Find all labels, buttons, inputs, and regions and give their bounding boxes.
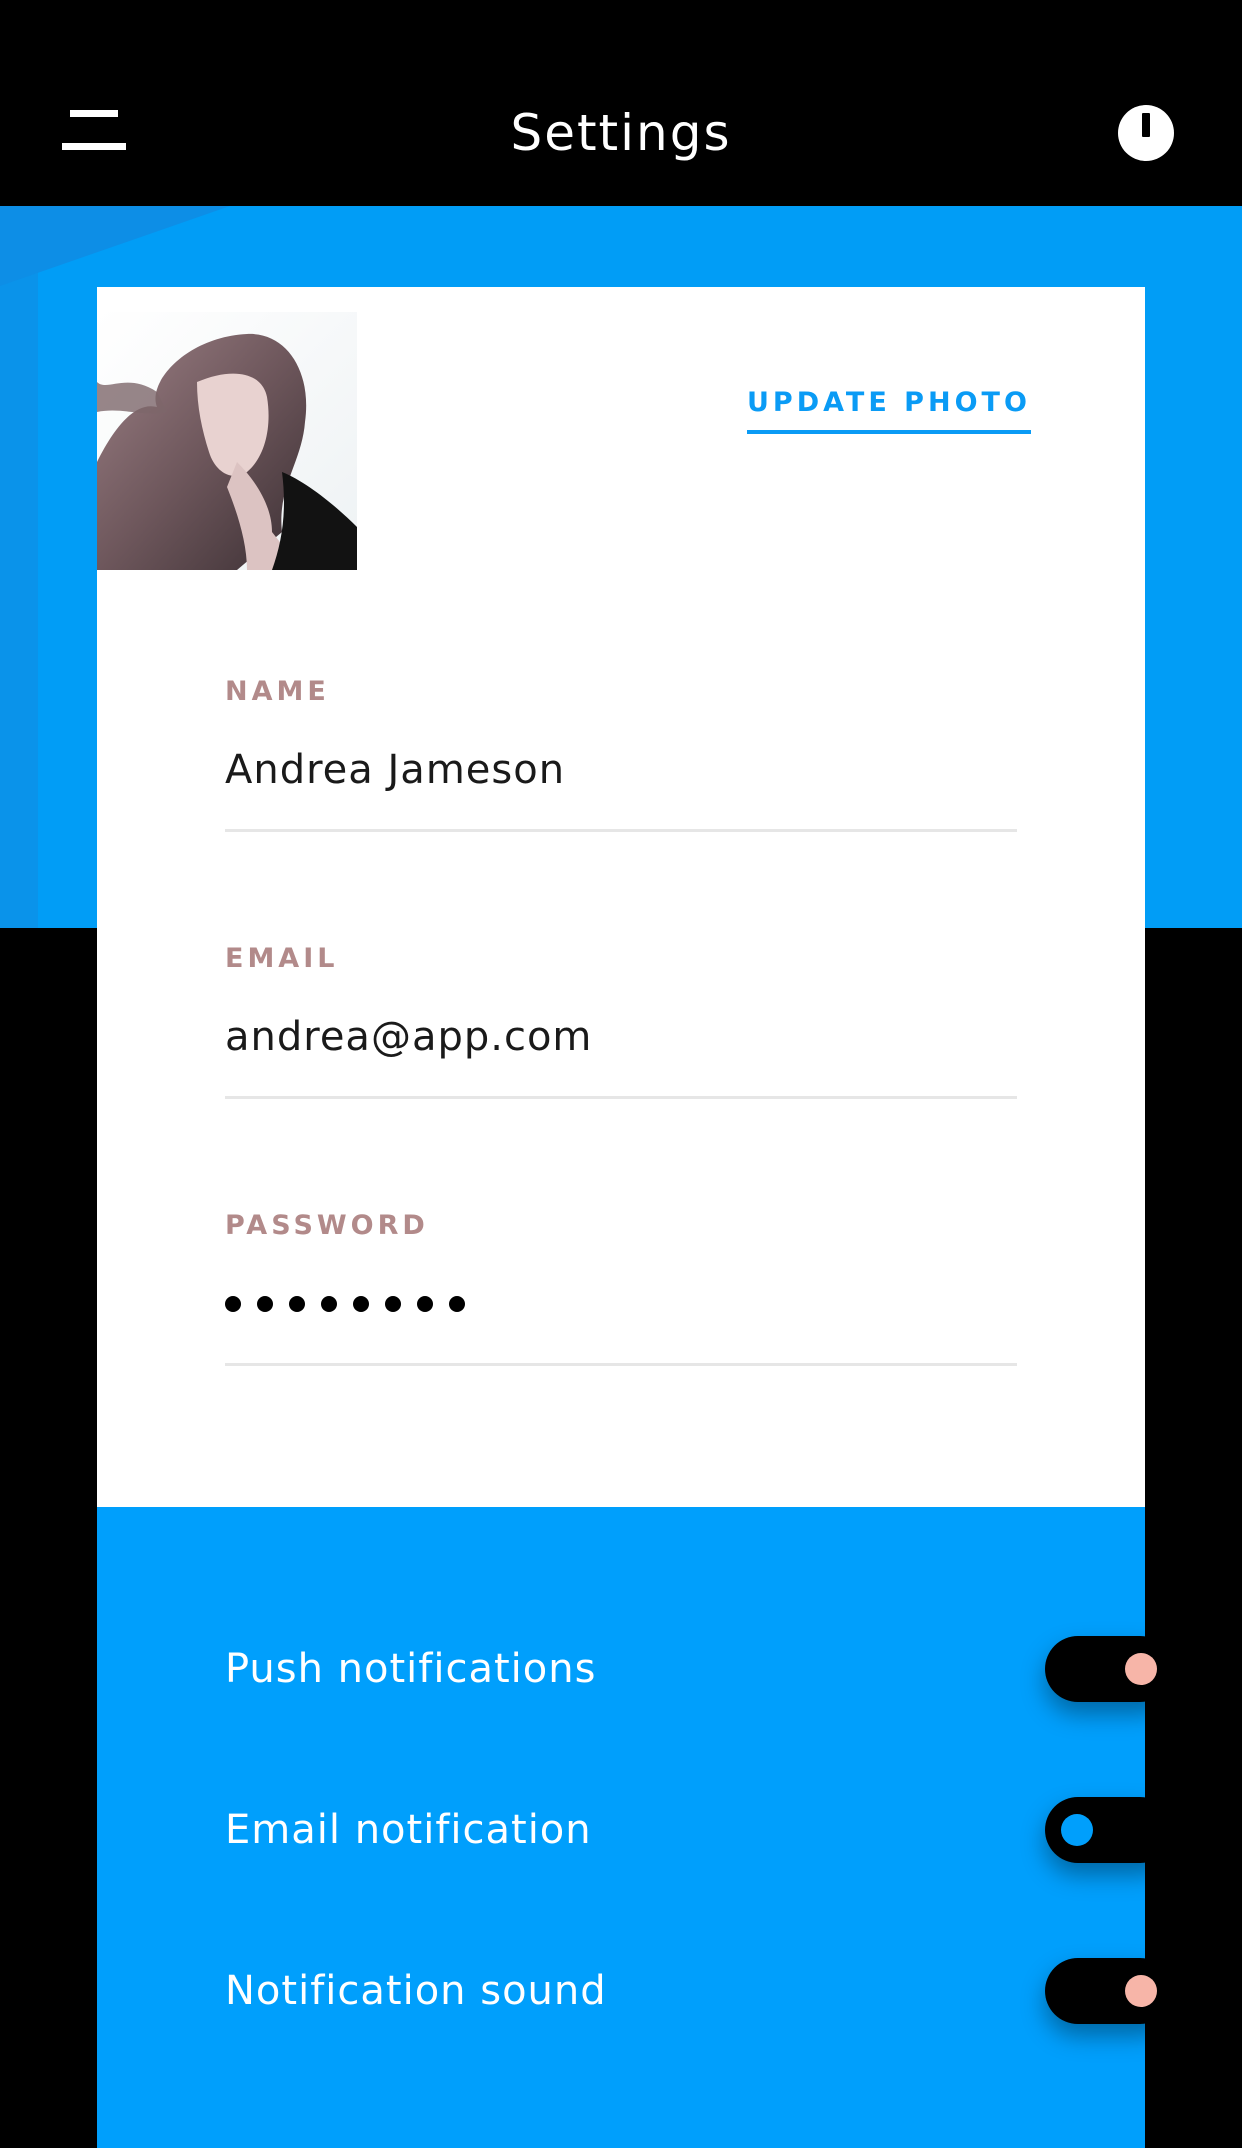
password-mask-dot (417, 1296, 433, 1312)
toggle-knob (1061, 1814, 1093, 1846)
password-mask-dot (289, 1296, 305, 1312)
password-mask-dot (225, 1296, 241, 1312)
name-underline (225, 829, 1017, 832)
notification-row-email: Email notification (225, 1797, 1173, 1863)
email-notification-toggle[interactable] (1045, 1797, 1173, 1863)
toggle-knob (1125, 1975, 1157, 2007)
notification-row-push: Push notifications (225, 1636, 1173, 1702)
email-label: EMAIL (225, 943, 339, 974)
notification-sound-toggle[interactable] (1045, 1958, 1173, 2024)
avatar[interactable] (97, 312, 357, 570)
name-label: NAME (225, 676, 330, 707)
power-icon[interactable] (1116, 103, 1176, 163)
band-shade (0, 206, 38, 928)
email-underline (225, 1096, 1017, 1099)
push-notifications-toggle[interactable] (1045, 1636, 1173, 1702)
toggle-knob (1125, 1653, 1157, 1685)
password-mask-dot (321, 1296, 337, 1312)
email-input[interactable]: andrea@app.com (225, 1011, 1017, 1063)
password-mask-dot (353, 1296, 369, 1312)
email-field[interactable]: EMAIL andrea@app.com (225, 941, 1017, 1099)
email-notification-label: Email notification (225, 1807, 592, 1853)
password-mask-dot (385, 1296, 401, 1312)
name-input[interactable]: Andrea Jameson (225, 744, 1017, 796)
password-field[interactable]: PASSWORD (225, 1208, 1017, 1366)
notification-sound-label: Notification sound (225, 1968, 607, 2014)
password-mask-dot (257, 1296, 273, 1312)
push-notifications-label: Push notifications (225, 1646, 597, 1692)
page-title: Settings (510, 104, 732, 162)
top-bar: Settings (0, 0, 1242, 206)
notification-settings-panel: Push notifications Email notification No… (97, 1507, 1173, 2148)
settings-screen: Settings UPDATE PHOTO NAME Andrea Jameso… (0, 0, 1242, 2148)
password-underline (225, 1363, 1017, 1366)
password-mask-dot (449, 1296, 465, 1312)
password-label: PASSWORD (225, 1210, 429, 1241)
password-input[interactable] (225, 1278, 1017, 1330)
update-photo-button[interactable]: UPDATE PHOTO (747, 387, 1031, 434)
band-facet (0, 206, 230, 286)
notification-row-sound: Notification sound (225, 1958, 1173, 2024)
name-field[interactable]: NAME Andrea Jameson (225, 674, 1017, 832)
